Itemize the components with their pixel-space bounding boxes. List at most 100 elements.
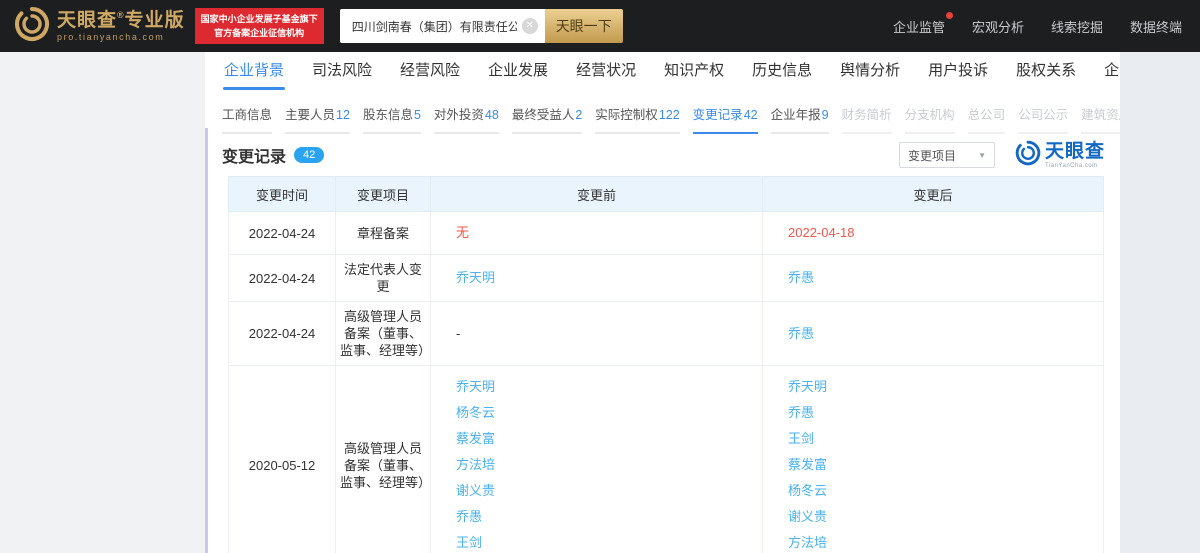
tab-用户投诉[interactable]: 用户投诉 — [914, 52, 1002, 90]
change-value: - — [456, 325, 461, 341]
subnav-item-实际控制权[interactable]: 实际控制权122 — [595, 104, 680, 134]
tab-经营风险[interactable]: 经营风险 — [386, 52, 474, 90]
subnav-label: 财务简析 — [841, 108, 892, 122]
tab-企业族谱[interactable]: 企业族谱 — [1090, 52, 1120, 90]
subnav-label: 变更记录 — [692, 108, 743, 122]
subnav-label: 企业年报 — [770, 108, 821, 122]
tab-历史信息[interactable]: 历史信息 — [738, 52, 826, 90]
search-input[interactable] — [339, 9, 545, 43]
subnav-label: 总公司 — [967, 108, 1006, 122]
subnav-count: 12 — [336, 108, 350, 122]
person-link[interactable]: 谢义贵 — [456, 478, 762, 504]
subnav-item-主要人员[interactable]: 主要人员12 — [285, 104, 350, 134]
subnav-item-工商信息[interactable]: 工商信息 — [222, 104, 273, 134]
subnav-item-建筑资质: 建筑资质 — [1081, 104, 1120, 134]
topnav-item-线索挖掘[interactable]: 线索挖掘 — [1051, 17, 1103, 36]
change-after-cell: 乔天明 乔愚 王剑 蔡发富 杨冬云 谢义贵 方法培 — [762, 365, 1104, 553]
person-link[interactable]: 谢义贵 — [788, 504, 1103, 530]
secondary-nav: 工商信息 主要人员12 股东信息5 对外投资48 最终受益人2 实际控制权122 变更记录4… — [208, 104, 1120, 134]
subnav-item-分支机构: 分支机构 — [904, 104, 955, 134]
tab-企业背景[interactable]: 企业背景 — [210, 52, 298, 90]
subnav-label: 主要人员 — [285, 108, 336, 122]
change-item-filter-dropdown[interactable]: 变更项目 ▼ — [898, 142, 995, 168]
person-link[interactable]: 蔡发富 — [788, 452, 1103, 478]
person-link[interactable]: 乔愚 — [788, 321, 1103, 347]
change-item-cell: 高级管理人员备案（董事、监事、经理等） — [335, 365, 431, 553]
change-after-cell: 2022-04-18 — [762, 211, 1104, 255]
tab-知识产权[interactable]: 知识产权 — [650, 52, 738, 90]
subnav-item-企业年报[interactable]: 企业年报9 — [770, 104, 829, 134]
brand-title: 天眼查®专业版 — [57, 9, 185, 31]
person-link[interactable]: 乔愚 — [788, 400, 1103, 426]
tab-经营状况[interactable]: 经营状况 — [562, 52, 650, 90]
change-date-cell: 2022-04-24 — [228, 254, 336, 302]
topnav-item-企业监管[interactable]: 企业监管 — [893, 11, 953, 36]
person-link[interactable]: 方法培 — [456, 452, 762, 478]
tab-企业发展[interactable]: 企业发展 — [474, 52, 562, 90]
subnav-item-最终受益人[interactable]: 最终受益人2 — [511, 104, 583, 134]
person-link[interactable]: 杨冬云 — [788, 478, 1103, 504]
watermark-logo: 天眼查 TianYanCha.com — [1015, 140, 1105, 171]
change-before-cell: 无 — [430, 211, 763, 255]
change-date-cell: 2020-05-12 — [228, 365, 336, 553]
subnav-item-股东信息[interactable]: 股东信息5 — [362, 104, 421, 134]
col-header-change-time: 变更时间 — [228, 176, 336, 212]
certification-badge: 国家中小企业发展子基金旗下 官方备案企业征信机构 — [194, 8, 324, 44]
person-link[interactable]: 乔天明 — [456, 265, 762, 291]
col-header-change-item: 变更项目 — [335, 176, 431, 212]
subnav-label: 建筑资质 — [1081, 108, 1120, 122]
table-row: 2022-04-24 法定代表人变更 乔天明 乔愚 — [228, 254, 1104, 302]
subnav-count: 2 — [575, 108, 583, 122]
subnav-item-变更记录[interactable]: 变更记录42 — [692, 104, 758, 134]
person-link[interactable]: 乔天明 — [456, 374, 762, 400]
person-link[interactable]: 王剑 — [788, 426, 1103, 452]
person-link[interactable]: 乔天明 — [788, 374, 1103, 400]
section-title: 变更记录 — [222, 149, 287, 166]
change-before-cell: - — [430, 301, 763, 366]
subnav-label: 对外投资 — [433, 108, 484, 122]
subnav-item-对外投资[interactable]: 对外投资48 — [433, 104, 499, 134]
left-margin — [0, 52, 205, 553]
subnav-label: 公司公示 — [1018, 108, 1069, 122]
subnav-label: 分支机构 — [904, 108, 955, 122]
change-item-cell: 章程备案 — [335, 211, 431, 255]
tianyancha-logo[interactable]: 天眼查®专业版 pro.tianyancha.com — [14, 6, 185, 47]
record-count-badge: 42 — [294, 147, 325, 163]
change-date-cell: 2022-04-24 — [228, 211, 336, 255]
change-item-cell: 法定代表人变更 — [335, 254, 431, 302]
tab-股权关系[interactable]: 股权关系 — [1002, 52, 1090, 90]
person-link[interactable]: 王剑 — [456, 530, 762, 553]
table-header-row: 变更时间 变更项目 变更前 变更后 — [228, 176, 1104, 212]
brand-domain: pro.tianyancha.com — [57, 31, 165, 42]
subnav-count: 122 — [658, 108, 680, 122]
watermark-brand: 天眼查 — [1044, 140, 1105, 162]
table-row: 2020-05-12 高级管理人员备案（董事、监事、经理等） 乔天明 杨冬云 蔡发富 方法… — [228, 365, 1104, 553]
subnav-count: 5 — [413, 108, 421, 122]
subnav-count: 42 — [743, 108, 758, 122]
top-bar: 天眼查®专业版 pro.tianyancha.com 国家中小企业发展子基金旗下… — [0, 0, 1200, 52]
topnav-item-数据终端[interactable]: 数据终端 — [1130, 17, 1182, 36]
change-date-cell: 2022-04-24 — [228, 301, 336, 366]
change-before-cell: 乔天明 杨冬云 蔡发富 方法培 谢义贵 乔愚 王剑 — [430, 365, 763, 553]
logo-swirl-icon — [14, 6, 50, 47]
col-header-change-before: 变更前 — [430, 176, 763, 212]
subnav-label: 工商信息 — [222, 108, 273, 122]
person-link[interactable]: 方法培 — [788, 530, 1103, 553]
table-row: 2022-04-24 高级管理人员备案（董事、监事、经理等） - 乔愚 — [228, 301, 1104, 366]
right-margin — [1120, 52, 1200, 553]
tab-司法风险[interactable]: 司法风险 — [298, 52, 386, 90]
topnav-item-宏观分析[interactable]: 宏观分析 — [972, 17, 1024, 36]
subnav-item-总公司: 总公司 — [967, 104, 1006, 134]
change-records-table: 变更时间 变更项目 变更前 变更后 2022-04-24 章程备案无 2022-04… — [228, 176, 1104, 553]
tab-舆情分析[interactable]: 舆情分析 — [826, 52, 914, 90]
change-value: 无 — [456, 225, 470, 240]
person-link[interactable]: 杨冬云 — [456, 400, 762, 426]
main-content: 企业背景 司法风险 经营风险 企业发展 经营状况 知识产权 历史信息 舆情分析 用户投诉 股权关系… — [208, 52, 1120, 553]
search-button[interactable]: 天眼一下 — [544, 9, 623, 43]
search-clear-icon[interactable]: ✕ — [521, 18, 538, 34]
person-link[interactable]: 蔡发富 — [456, 426, 762, 452]
topbar-nav: 企业监管 宏观分析 线索挖掘 数据终端 — [893, 11, 1182, 36]
person-link[interactable]: 乔愚 — [456, 504, 762, 530]
col-header-change-after: 变更后 — [762, 176, 1104, 212]
person-link[interactable]: 乔愚 — [788, 265, 1103, 291]
